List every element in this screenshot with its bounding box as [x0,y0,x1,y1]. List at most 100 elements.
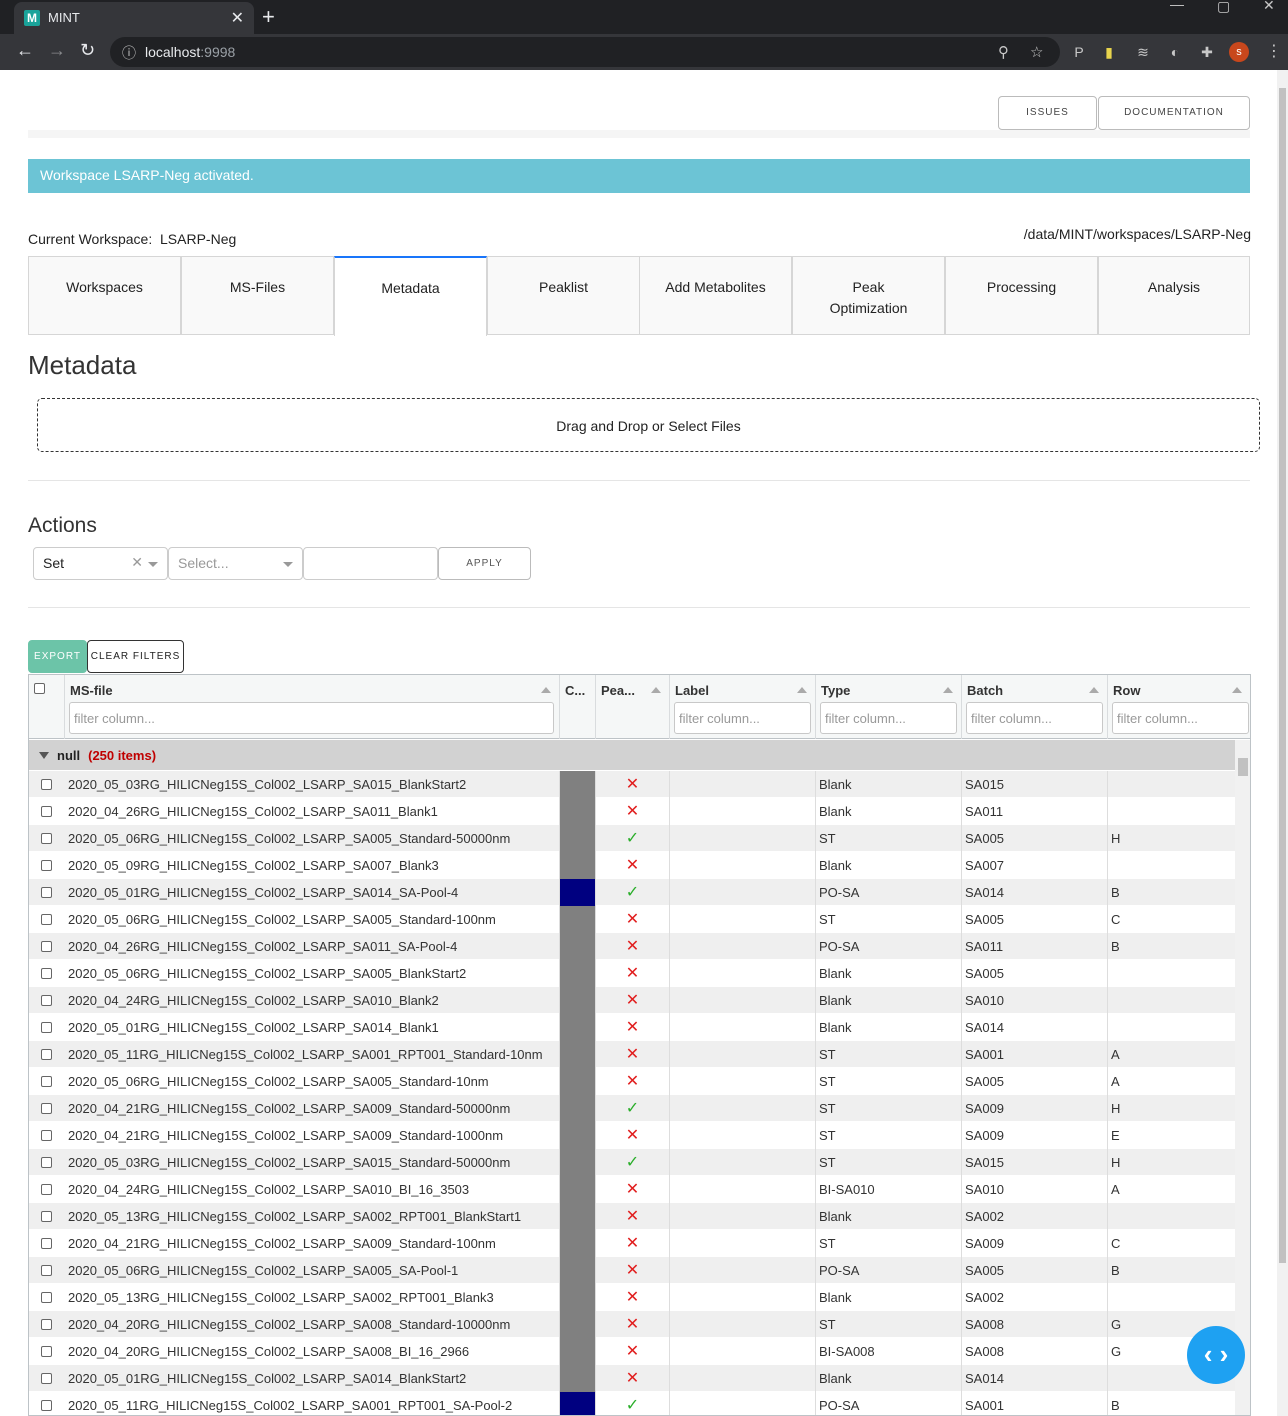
tab-analysis[interactable]: Analysis [1098,256,1250,335]
header-batch[interactable]: Batch [962,675,1108,739]
cell-type[interactable]: Blank [816,771,962,798]
row-checkbox[interactable] [41,914,52,925]
select-all-checkbox[interactable] [34,683,45,694]
cell-type[interactable]: ST [816,1068,962,1095]
extension-moon-icon[interactable]: ◐ [1166,43,1184,61]
back-icon[interactable]: ← [16,40,34,61]
table-scrollbar-thumb[interactable] [1238,758,1248,776]
cell-row[interactable] [1108,1203,1235,1230]
sort-icon[interactable] [943,687,953,693]
cell-type[interactable]: PO-SA [816,879,962,906]
cell-row[interactable]: C [1108,906,1235,933]
documentation-button[interactable]: DOCUMENTATION [1098,96,1250,130]
header-row[interactable]: Row [1108,675,1250,739]
cell-batch[interactable]: SA015 [962,1149,1108,1176]
row-checkbox[interactable] [41,1130,52,1141]
cell-msfile[interactable]: 2020_05_03RG_HILICNeg15S_Col002_LSARP_SA… [65,1149,560,1176]
cell-msfile[interactable]: 2020_04_26RG_HILICNeg15S_Col002_LSARP_SA… [65,933,560,960]
cell-row[interactable]: H [1108,1149,1235,1176]
cell-label[interactable] [670,1257,816,1284]
cell-row[interactable]: B [1108,933,1235,960]
cell-label[interactable] [670,960,816,987]
cell-label[interactable] [670,771,816,798]
cell-label[interactable] [670,1068,816,1095]
code-toggle-button[interactable]: ‹ › [1187,1326,1245,1384]
cell-row[interactable] [1108,1284,1235,1311]
row-checkbox[interactable] [41,1346,52,1357]
row-checkbox[interactable] [41,1400,52,1411]
filter-label-input[interactable] [674,702,811,734]
row-checkbox[interactable] [41,995,52,1006]
cell-type[interactable]: BI-SA010 [816,1176,962,1203]
group-header[interactable]: null (250 items) [29,740,1235,770]
cell-msfile[interactable]: 2020_05_06RG_HILICNeg15S_Col002_LSARP_SA… [65,825,560,852]
chevron-down-icon[interactable] [283,562,293,567]
cell-type[interactable]: Blank [816,1014,962,1041]
clear-icon[interactable]: ✕ [131,554,143,571]
cell-type[interactable]: Blank [816,852,962,879]
table-scrollbar[interactable] [1235,740,1250,1415]
row-checkbox[interactable] [41,1157,52,1168]
table-row[interactable]: 2020_05_01RG_HILICNeg15S_Col002_LSARP_SA… [29,1014,1235,1041]
table-row[interactable]: 2020_05_11RG_HILICNeg15S_Col002_LSARP_SA… [29,1041,1235,1068]
cell-msfile[interactable]: 2020_04_20RG_HILICNeg15S_Col002_LSARP_SA… [65,1311,560,1338]
cell-row[interactable]: B [1108,879,1235,906]
table-row[interactable]: 2020_05_03RG_HILICNeg15S_Col002_LSARP_SA… [29,1149,1235,1176]
tab-ms-files[interactable]: MS-Files [181,256,334,335]
page-scrollbar-thumb[interactable] [1279,88,1286,1263]
cell-batch[interactable]: SA011 [962,798,1108,825]
cell-batch[interactable]: SA005 [962,906,1108,933]
cell-row[interactable]: B [1108,1392,1235,1415]
tab-add-metabolites[interactable]: Add Metabolites [639,256,792,335]
sort-icon[interactable] [1089,687,1099,693]
cell-batch[interactable]: SA005 [962,825,1108,852]
page-scrollbar[interactable] [1277,70,1288,1416]
cell-label[interactable] [670,1176,816,1203]
cell-batch[interactable]: SA010 [962,1176,1108,1203]
row-checkbox[interactable] [41,779,52,790]
address-bar[interactable]: ⓘ localhost:9998 ⚲ ☆ [110,37,1060,67]
table-row[interactable]: 2020_05_11RG_HILICNeg15S_Col002_LSARP_SA… [29,1392,1235,1415]
minimize-icon[interactable]: — [1170,0,1184,12]
row-checkbox[interactable] [41,1184,52,1195]
cell-msfile[interactable]: 2020_04_24RG_HILICNeg15S_Col002_LSARP_SA… [65,1176,560,1203]
cell-msfile[interactable]: 2020_05_09RG_HILICNeg15S_Col002_LSARP_SA… [65,852,560,879]
cell-type[interactable]: ST [816,1041,962,1068]
header-peak[interactable]: Pea... [596,675,670,739]
cell-row[interactable]: H [1108,1095,1235,1122]
cell-label[interactable] [670,1095,816,1122]
table-row[interactable]: 2020_04_21RG_HILICNeg15S_Col002_LSARP_SA… [29,1230,1235,1257]
cell-type[interactable]: ST [816,825,962,852]
new-tab-icon[interactable]: + [262,4,275,30]
cell-label[interactable] [670,987,816,1014]
reload-icon[interactable]: ↻ [80,40,95,61]
cell-type[interactable]: ST [816,1230,962,1257]
cell-label[interactable] [670,933,816,960]
cell-type[interactable]: BI-SA008 [816,1338,962,1365]
cell-msfile[interactable]: 2020_04_24RG_HILICNeg15S_Col002_LSARP_SA… [65,987,560,1014]
cell-batch[interactable]: SA002 [962,1284,1108,1311]
extension-p-icon[interactable]: P [1070,43,1088,61]
cell-row[interactable]: C [1108,1230,1235,1257]
header-msfile[interactable]: MS-file [65,675,560,739]
tab-processing[interactable]: Processing [945,256,1098,335]
cell-msfile[interactable]: 2020_04_21RG_HILICNeg15S_Col002_LSARP_SA… [65,1230,560,1257]
action-value-input[interactable] [303,547,438,580]
table-row[interactable]: 2020_04_21RG_HILICNeg15S_Col002_LSARP_SA… [29,1122,1235,1149]
cell-batch[interactable]: SA009 [962,1095,1108,1122]
tab-peaklist[interactable]: Peaklist [487,256,640,335]
table-row[interactable]: 2020_05_06RG_HILICNeg15S_Col002_LSARP_SA… [29,1257,1235,1284]
browser-menu-icon[interactable]: ⋮ [1266,41,1282,61]
cell-type[interactable]: ST [816,1095,962,1122]
cell-row[interactable] [1108,960,1235,987]
cell-row[interactable] [1108,852,1235,879]
cell-label[interactable] [670,879,816,906]
forward-icon[interactable]: → [48,40,66,61]
tab-metadata[interactable]: Metadata [334,256,487,336]
cell-row[interactable]: H [1108,825,1235,852]
row-checkbox[interactable] [41,1049,52,1060]
cell-type[interactable]: Blank [816,960,962,987]
cell-row[interactable]: A [1108,1041,1235,1068]
table-row[interactable]: 2020_04_20RG_HILICNeg15S_Col002_LSARP_SA… [29,1311,1235,1338]
table-row[interactable]: 2020_05_01RG_HILICNeg15S_Col002_LSARP_SA… [29,879,1235,906]
